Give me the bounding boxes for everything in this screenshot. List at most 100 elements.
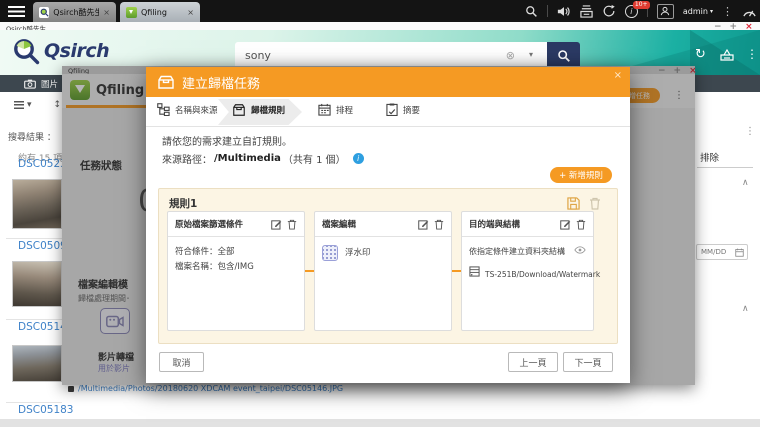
wizard-steps: 名稱與來源 歸檔規則 排程 摘要 bbox=[146, 97, 630, 127]
collapse-section-icon[interactable]: ∧ bbox=[742, 178, 749, 188]
destination-card: 目的端與結構 依指定條件建立資料夾結構 TS-251B/Download/Wat… bbox=[461, 211, 594, 331]
list-row-strip bbox=[0, 419, 760, 427]
taskbar-tab-qfiling[interactable]: Qfiling × bbox=[120, 2, 200, 22]
flow-connector bbox=[452, 270, 461, 272]
divider bbox=[697, 167, 753, 168]
more-options-icon[interactable]: ⋮ bbox=[722, 6, 733, 17]
user-name: admin bbox=[683, 7, 708, 16]
search-button[interactable] bbox=[547, 42, 580, 69]
search-input[interactable] bbox=[235, 42, 547, 69]
search-icon[interactable] bbox=[525, 5, 538, 18]
taskbar: Qsirch酷先生 × Qfiling × i 10+ bbox=[0, 0, 760, 22]
dialog-header: 建立歸檔任務 × bbox=[146, 67, 630, 97]
preview-eye-icon[interactable] bbox=[574, 245, 586, 260]
source-path-count: （共有 1 個） bbox=[283, 151, 346, 166]
add-rule-button[interactable]: + 新增規則 bbox=[550, 167, 612, 183]
more-options-icon[interactable]: ⋮ bbox=[746, 47, 758, 61]
step-name-source[interactable]: 名稱與來源 bbox=[157, 103, 218, 116]
view-mode-button[interactable]: ▾ bbox=[14, 100, 32, 110]
clear-search-icon[interactable]: ⊗ bbox=[506, 49, 515, 62]
user-menu[interactable]: admin ▾ bbox=[683, 7, 713, 16]
edit-icon[interactable] bbox=[418, 215, 429, 234]
rule-panel: 規則1 原始檔案篩選條件 符合條件：全部 檔案名稱：包含/IMG bbox=[158, 188, 618, 344]
source-tree-icon bbox=[157, 103, 170, 116]
previous-page-button[interactable]: 上一頁 bbox=[508, 352, 558, 372]
close-tab-icon[interactable]: × bbox=[103, 8, 110, 17]
volume-icon[interactable] bbox=[557, 5, 571, 18]
card-title: 檔案編輯 bbox=[322, 218, 413, 230]
filter-exclude-label: 排除 bbox=[700, 150, 719, 164]
tab-label: Qsirch酷先生 bbox=[53, 7, 99, 18]
trash-icon[interactable] bbox=[576, 215, 586, 234]
index-status-icon[interactable] bbox=[720, 46, 734, 65]
close-tab-icon[interactable]: × bbox=[187, 8, 194, 17]
result-thumbnail[interactable] bbox=[12, 345, 62, 382]
step-archive-rules[interactable]: 歸檔規則 bbox=[232, 103, 285, 117]
step-summary[interactable]: 摘要 bbox=[386, 103, 420, 116]
refresh-icon[interactable]: ↻ bbox=[695, 47, 706, 62]
caret-down-icon: ▾ bbox=[27, 100, 32, 110]
dashboard-gauge-icon[interactable] bbox=[742, 5, 757, 18]
divider bbox=[6, 402, 62, 403]
divider bbox=[6, 238, 62, 239]
trash-icon[interactable] bbox=[287, 215, 297, 234]
search-options-caret-icon[interactable]: ▾ bbox=[529, 50, 533, 59]
next-page-button[interactable]: 下一頁 bbox=[563, 352, 613, 372]
calendar-icon[interactable] bbox=[735, 248, 744, 257]
background-tasks-icon[interactable] bbox=[580, 5, 593, 18]
taskbar-right-icons: i 10+ admin ▾ ⋮ bbox=[525, 0, 757, 22]
divider bbox=[6, 319, 62, 320]
tab-label: Qfiling bbox=[141, 8, 167, 17]
result-file-path-link[interactable]: /Multimedia/Photos/20180620 XDCAM event_… bbox=[78, 384, 343, 393]
rule-title: 規則1 bbox=[169, 196, 197, 211]
destination-path: TS-251B/Download/Watermark bbox=[485, 268, 600, 281]
card-title: 原始檔案篩選條件 bbox=[175, 218, 266, 230]
file-edit-card: 檔案編輯 浮水印 bbox=[314, 211, 452, 331]
qsirch-app-icon bbox=[39, 7, 49, 18]
edit-icon[interactable] bbox=[271, 215, 282, 234]
notification-badge: 10+ bbox=[633, 1, 650, 9]
close-dialog-icon[interactable]: × bbox=[614, 70, 622, 81]
cancel-button[interactable]: 取消 bbox=[159, 352, 204, 372]
screen: Qsirch酷先生 × Qfiling × i 10+ bbox=[0, 0, 760, 427]
search-box: ⊗ ▾ bbox=[235, 42, 547, 69]
step-schedule[interactable]: 排程 bbox=[318, 103, 353, 116]
filter-condition-line: 符合條件：全部 bbox=[175, 245, 297, 260]
date-input[interactable] bbox=[697, 245, 735, 259]
archive-box-icon bbox=[158, 75, 174, 89]
result-thumbnail[interactable] bbox=[12, 261, 62, 307]
calendar-icon bbox=[318, 103, 331, 116]
qsirch-titlebar[interactable]: Qsirch酷先生 − + × bbox=[0, 22, 760, 30]
sync-icon[interactable] bbox=[602, 4, 616, 18]
source-path-value: /Multimedia bbox=[214, 153, 281, 164]
card-title: 目的端與結構 bbox=[469, 218, 555, 230]
watermark-label: 浮水印 bbox=[345, 246, 371, 261]
info-icon[interactable]: i bbox=[353, 153, 364, 164]
trash-icon[interactable] bbox=[434, 215, 444, 234]
date-filter-field bbox=[696, 244, 748, 260]
source-path-row: 來源路徑： /Multimedia （共有 1 個） i bbox=[162, 151, 364, 166]
main-menu-icon[interactable] bbox=[8, 6, 25, 17]
result-link[interactable]: DSC05183 bbox=[18, 404, 73, 416]
watermark-icon bbox=[322, 245, 338, 261]
sort-icon: ↕ bbox=[54, 100, 62, 110]
flow-connector bbox=[305, 270, 314, 272]
result-thumbnail[interactable] bbox=[12, 179, 62, 229]
create-archive-task-dialog: 建立歸檔任務 × 名稱與來源 歸檔規則 排程 摘要 請依您的需求建立自訂規則。 bbox=[146, 67, 630, 383]
result-path-row: /Multimedia/Photos/20180620 XDCAM event_… bbox=[68, 384, 343, 393]
instruction-text: 請依您的需求建立自訂規則。 bbox=[162, 133, 292, 148]
notifications[interactable]: i 10+ bbox=[625, 5, 638, 18]
dialog-title: 建立歸檔任務 bbox=[182, 73, 260, 92]
taskbar-tab-qsirch[interactable]: Qsirch酷先生 × bbox=[33, 2, 116, 22]
qfiling-app-icon bbox=[126, 7, 137, 18]
destination-structure-text: 依指定條件建立資料夾結構 bbox=[469, 245, 570, 259]
user-icon[interactable] bbox=[657, 4, 674, 19]
filter-filename-line: 檔案名稱：包含/IMG bbox=[175, 260, 297, 275]
collapse-section-icon[interactable]: ∧ bbox=[742, 304, 749, 314]
results-label: 搜尋結果 ： bbox=[8, 130, 56, 143]
magnifier-logo-icon bbox=[12, 37, 40, 65]
edit-icon[interactable] bbox=[560, 215, 571, 234]
nas-icon bbox=[469, 266, 480, 283]
tab-images[interactable]: 圖片 bbox=[41, 78, 58, 90]
panel-options-icon[interactable]: ⋮ bbox=[745, 126, 755, 137]
